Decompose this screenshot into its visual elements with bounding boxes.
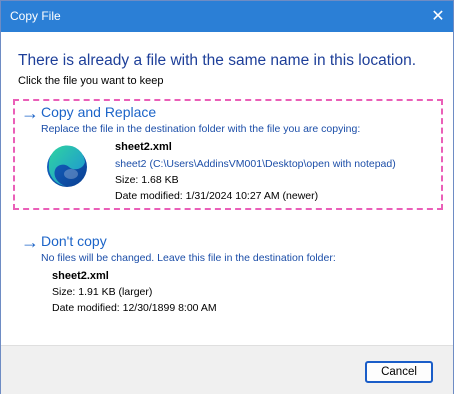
arrow-right-icon: → [21,103,39,123]
edge-browser-icon [47,145,87,187]
source-file-modified: Date modified: 1/31/2024 10:27 AM (newer… [115,190,319,202]
option-title: Don't copy [41,233,107,249]
destination-file-size: Size: 1.91 KB (larger) [52,286,153,298]
source-file-path: sheet2 (C:\Users\AddinsVM001\Desktop\ope… [115,158,396,170]
option-title: Copy and Replace [41,104,157,120]
source-file-size: Size: 1.68 KB [115,174,179,186]
copy-and-replace-option[interactable]: → Copy and Replace Replace the file in t… [13,99,443,210]
option-description: No files will be changed. Leave this fil… [41,252,336,264]
dialog-subheading: Click the file you want to keep [18,75,164,87]
source-file-name: sheet2.xml [115,141,172,153]
window-title: Copy File [10,9,61,23]
dialog-heading: There is already a file with the same na… [18,52,417,69]
close-icon[interactable]: ✕ [423,1,453,32]
option-description: Replace the file in the destination fold… [41,123,361,135]
dialog-footer: Cancel [1,345,453,394]
destination-file-name: sheet2.xml [52,270,109,282]
dialog-content: There is already a file with the same na… [1,32,453,345]
title-bar: Copy File ✕ [1,1,453,32]
destination-file-modified: Date modified: 12/30/1899 8:00 AM [52,302,217,314]
dont-copy-option[interactable]: → Don't copy No files will be changed. L… [13,230,443,320]
arrow-right-icon: → [21,232,39,252]
cancel-button[interactable]: Cancel [365,361,433,383]
copy-file-dialog: Copy File ✕ There is already a file with… [0,0,454,394]
